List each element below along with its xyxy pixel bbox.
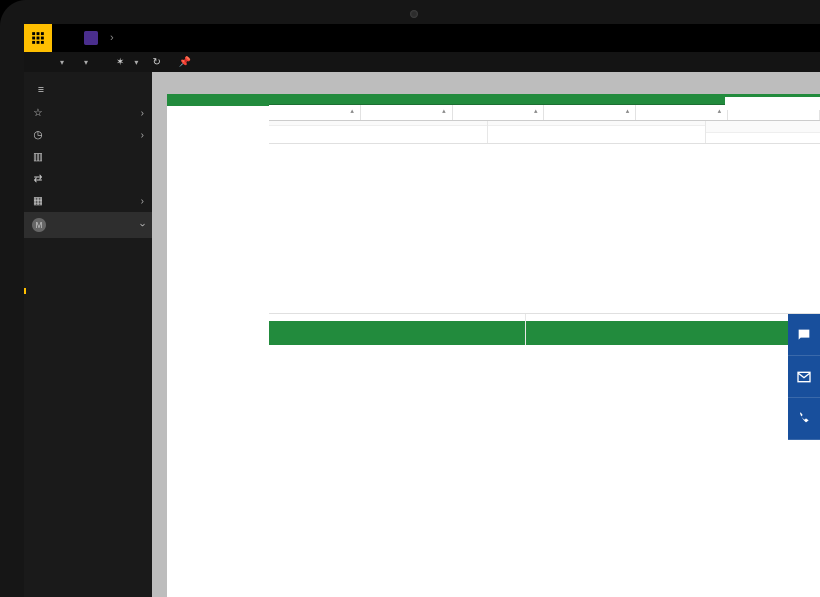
nav-section-workbooks bbox=[24, 294, 152, 304]
project-search-input[interactable] bbox=[725, 97, 820, 110]
nav-shared-with-me[interactable]: ⇄ bbox=[24, 168, 152, 190]
nav-workspaces[interactable]: ▦› bbox=[24, 190, 152, 212]
apps-icon: ▥ bbox=[32, 151, 44, 163]
workspace-icon bbox=[84, 31, 98, 45]
breadcrumb: › bbox=[76, 31, 120, 45]
chat-icon bbox=[796, 327, 812, 343]
workspaces-icon: ▦ bbox=[32, 195, 44, 207]
app-topbar: › bbox=[24, 24, 820, 52]
upcoming-milestones-table[interactable] bbox=[526, 321, 820, 345]
meta-phase bbox=[459, 115, 538, 118]
nav-dataset-item[interactable] bbox=[24, 338, 152, 344]
webcam-dot bbox=[410, 10, 418, 18]
project-description-body bbox=[269, 126, 487, 136]
pin-live-page-button[interactable]: 📌 bbox=[179, 57, 195, 68]
card-title bbox=[526, 314, 820, 321]
email-button[interactable] bbox=[788, 356, 820, 398]
meta-sponsor bbox=[367, 115, 446, 118]
waffle-icon bbox=[31, 31, 45, 45]
contact-dock bbox=[788, 314, 820, 440]
card-title bbox=[269, 314, 525, 321]
star-icon: ☆ bbox=[32, 107, 44, 119]
project-health-header bbox=[706, 121, 820, 133]
work-over-time-chart[interactable] bbox=[269, 144, 640, 313]
meta-project-type bbox=[550, 115, 629, 118]
upcoming-milestones-card bbox=[526, 314, 820, 345]
view-menu[interactable] bbox=[78, 58, 88, 67]
mail-icon bbox=[796, 369, 812, 385]
costs-over-time-chart[interactable] bbox=[640, 144, 820, 313]
nav-favorites[interactable]: ☆› bbox=[24, 102, 152, 124]
refresh-button[interactable]: ↻ bbox=[152, 57, 164, 68]
chat-button[interactable] bbox=[788, 314, 820, 356]
problem-statement-body bbox=[488, 126, 706, 136]
completed-milestones-card bbox=[269, 314, 526, 345]
nav-section-reports bbox=[24, 260, 152, 270]
breadcrumb-separator: › bbox=[110, 32, 114, 44]
phone-button[interactable] bbox=[788, 398, 820, 440]
report-banner bbox=[269, 94, 820, 104]
left-nav: ≡ ☆› ◷› ▥ ⇄ ▦› M› bbox=[24, 72, 152, 597]
nav-section-dashboards bbox=[24, 238, 152, 248]
nav-recent[interactable]: ◷› bbox=[24, 124, 152, 146]
share-icon: ⇄ bbox=[32, 173, 44, 185]
report-section-title bbox=[167, 94, 269, 106]
phone-icon bbox=[796, 411, 812, 427]
report-canvas bbox=[152, 72, 820, 597]
nav-current-workspace[interactable]: M› bbox=[24, 212, 152, 238]
workspace-avatar-icon: M bbox=[32, 218, 46, 232]
project-health-body bbox=[706, 133, 820, 143]
explore-menu[interactable]: ✶ bbox=[116, 57, 138, 68]
app-launcher-button[interactable] bbox=[24, 24, 52, 52]
file-menu[interactable] bbox=[54, 58, 64, 67]
meta-start bbox=[642, 115, 721, 118]
clock-icon: ◷ bbox=[32, 129, 44, 141]
nav-collapse-button[interactable]: ≡ bbox=[30, 82, 52, 98]
completed-milestones-table[interactable] bbox=[269, 321, 525, 345]
nav-section-datasets bbox=[24, 310, 152, 320]
meta-project-manager bbox=[275, 115, 354, 118]
report-toolbar: ✶ ↻ 📌 bbox=[24, 52, 820, 72]
nav-apps[interactable]: ▥ bbox=[24, 146, 152, 168]
